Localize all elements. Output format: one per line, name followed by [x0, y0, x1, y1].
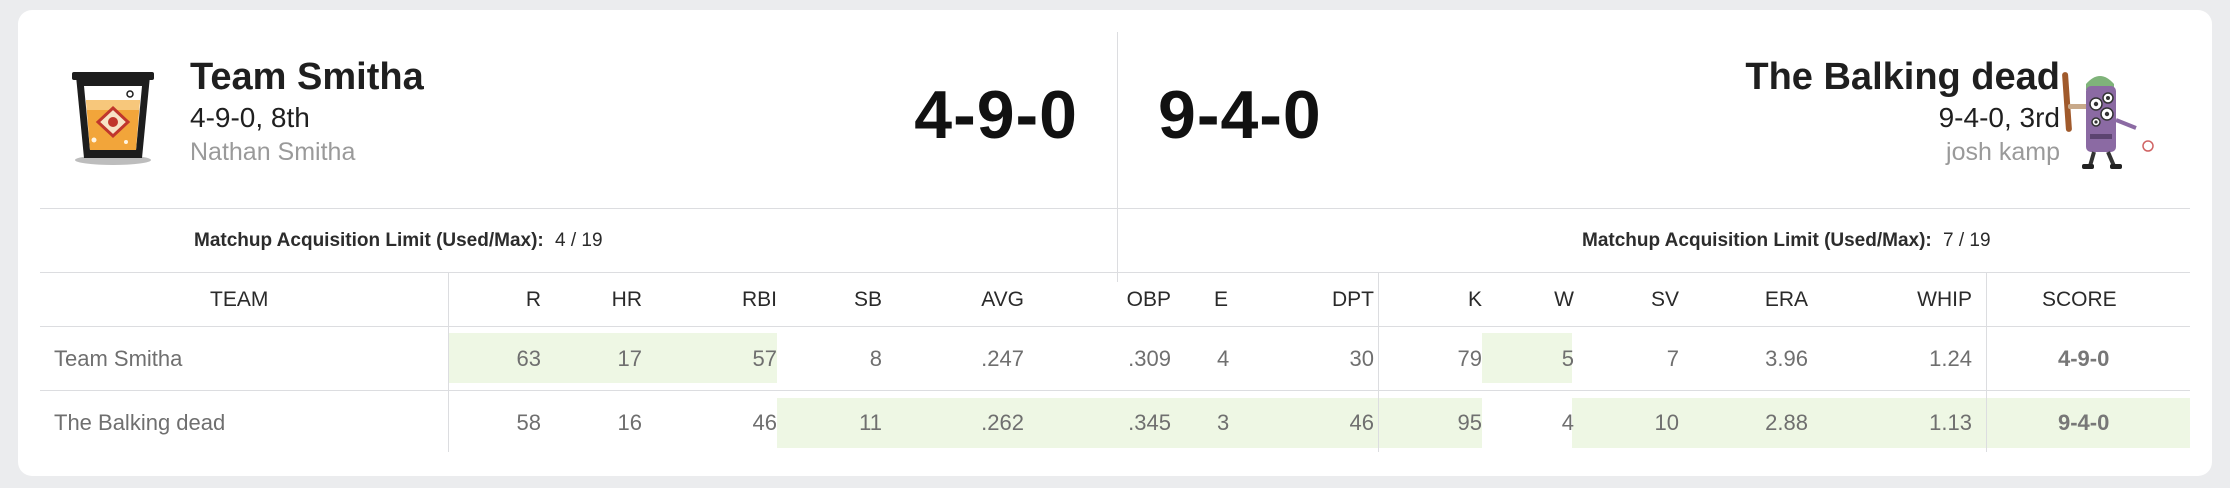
row2-hr: 16 [617, 410, 642, 435]
team1-acquisition-limit: Matchup Acquisition Limit (Used/Max): 4 … [194, 230, 603, 252]
row2-sb: 11 [859, 410, 882, 435]
row2-score: 9-4-0 [2058, 410, 2110, 435]
team-column-divider [448, 272, 449, 452]
row1-sv: 7 [1666, 346, 1679, 371]
col-header-sb[interactable]: SB [854, 288, 882, 312]
col-header-sv[interactable]: SV [1651, 288, 1679, 312]
row1-obp: .309 [1128, 346, 1171, 371]
col-header-score[interactable]: SCORE [2042, 288, 2117, 312]
row1-hr: 17 [617, 346, 642, 371]
col-header-rbi[interactable]: RBI [742, 288, 777, 312]
team1-manager: Nathan Smitha [190, 138, 356, 166]
row1-r: 63 [516, 346, 541, 371]
col-header-k[interactable]: K [1468, 288, 1482, 312]
team1-name[interactable]: Team Smitha [190, 56, 424, 99]
row1-sb: 8 [869, 346, 882, 371]
acq-limit-label: Matchup Acquisition Limit (Used/Max): [194, 230, 544, 251]
row2-sv: 10 [1654, 410, 1679, 435]
team2-avatar-icon[interactable] [2060, 64, 2170, 174]
row1-w: 5 [1561, 346, 1574, 371]
matchup-card: Team Smitha 4-9-0, 8th Nathan Smitha 4-9… [18, 10, 2212, 476]
row2-team-name[interactable]: The Balking dead [54, 410, 225, 436]
row2-whip: 1.13 [1929, 410, 1972, 435]
row1-rbi: 57 [752, 346, 777, 371]
winner-highlight-w [1482, 333, 1572, 383]
row1-score: 4-9-0 [2058, 346, 2110, 371]
col-header-e[interactable]: E [1214, 288, 1228, 312]
team1-record: 4-9-0, 8th [190, 102, 310, 133]
col-header-r[interactable]: R [526, 288, 541, 312]
winner-highlight-r-to-rbi [449, 333, 777, 383]
table-row-divider [40, 390, 2190, 391]
row1-dpt: 30 [1349, 346, 1374, 371]
row1-team-name[interactable]: Team Smitha [54, 346, 182, 372]
team1-matchup-score: 4-9-0 [914, 77, 1078, 153]
team2-manager: josh kamp [1946, 138, 2060, 166]
team2-acquisition-limit: Matchup Acquisition Limit (Used/Max): 7 … [1582, 230, 1991, 252]
team2-name[interactable]: The Balking dead [1745, 56, 2060, 99]
row2-obp: .345 [1128, 410, 1171, 435]
row1-avg: .247 [981, 346, 1024, 371]
acq-divider [1117, 208, 1118, 272]
row1-e: 4 [1217, 346, 1230, 371]
col-header-obp[interactable]: OBP [1127, 288, 1171, 312]
row2-e: 3 [1217, 410, 1230, 435]
col-header-dpt[interactable]: DPT [1332, 288, 1374, 312]
row2-era: 2.88 [1765, 410, 1808, 435]
col-header-w[interactable]: W [1554, 288, 1574, 312]
row2-r: 58 [516, 410, 541, 435]
acq-limit-value: 7 / 19 [1943, 230, 1991, 251]
acq-bottom-divider [40, 272, 2190, 273]
acq-limit-label: Matchup Acquisition Limit (Used/Max): [1582, 230, 1932, 251]
col-header-whip[interactable]: WHIP [1917, 288, 1972, 312]
row1-k: 79 [1457, 346, 1482, 371]
team1-avatar-icon[interactable] [68, 66, 158, 166]
row2-w: 4 [1561, 410, 1574, 435]
col-header-team[interactable]: TEAM [210, 288, 268, 312]
row1-era: 3.96 [1765, 346, 1808, 371]
team2-matchup-score: 9-4-0 [1158, 77, 1322, 153]
header-bottom-divider [40, 208, 2190, 209]
col-header-avg[interactable]: AVG [981, 288, 1024, 312]
score-column-divider [1986, 272, 1987, 452]
col-header-hr[interactable]: HR [612, 288, 642, 312]
row2-rbi: 46 [752, 410, 777, 435]
row2-avg: .262 [981, 410, 1024, 435]
acq-limit-value: 4 / 19 [555, 230, 603, 251]
row1-whip: 1.24 [1929, 346, 1972, 371]
table-header-divider [40, 326, 2190, 327]
row2-k: 95 [1457, 410, 1482, 435]
batting-pitching-divider [1378, 272, 1379, 452]
col-header-era[interactable]: ERA [1765, 288, 1808, 312]
row2-dpt: 46 [1349, 410, 1374, 435]
team2-record: 9-4-0, 3rd [1938, 102, 2060, 133]
